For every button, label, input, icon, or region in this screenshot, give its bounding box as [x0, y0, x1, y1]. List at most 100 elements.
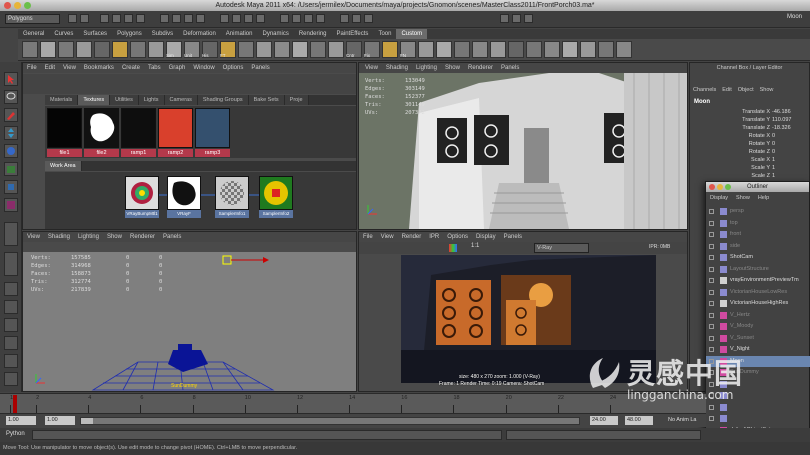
- status-line-icon[interactable]: [316, 14, 325, 23]
- hypershade-tab-shading-groups[interactable]: Shading Groups: [197, 95, 249, 105]
- expand-icon[interactable]: [709, 220, 714, 226]
- channel-attr-value[interactable]: 0: [772, 132, 775, 140]
- outliner-item[interactable]: front: [706, 229, 810, 240]
- expand-icon[interactable]: [709, 416, 714, 421]
- vp-top-menu-panels[interactable]: Panels: [501, 65, 519, 71]
- status-line-icon[interactable]: [80, 14, 89, 23]
- layout-preset-icon[interactable]: [4, 354, 18, 368]
- channel-attr-name[interactable]: Scale Y: [690, 164, 770, 172]
- zoom-window-button[interactable]: [24, 2, 31, 9]
- outliner-item[interactable]: side: [706, 241, 810, 252]
- status-line-icon[interactable]: [364, 14, 373, 23]
- outliner-item[interactable]: persp: [706, 206, 810, 217]
- outliner-menu-show[interactable]: Show: [736, 195, 750, 201]
- shelf-tool-icon[interactable]: [328, 41, 344, 58]
- lasso-tool-icon[interactable]: [4, 90, 18, 104]
- status-line-icon[interactable]: [124, 14, 133, 23]
- select-tool-icon[interactable]: [4, 72, 18, 86]
- vp-bottom-menu-show[interactable]: Show: [107, 234, 122, 240]
- shader-node[interactable]: [125, 176, 159, 210]
- outliner-item[interactable]: V_Sunset: [706, 333, 810, 344]
- outliner-close-button[interactable]: [709, 184, 715, 190]
- vp-bottom-menu-renderer[interactable]: Renderer: [130, 234, 155, 240]
- texture-swatch[interactable]: [121, 108, 156, 148]
- hs-menu-view[interactable]: View: [63, 65, 76, 71]
- command-language-label[interactable]: Python: [6, 431, 25, 437]
- shelf-tab-rendering[interactable]: Rendering: [294, 29, 332, 39]
- rotate-tool-icon[interactable]: [4, 144, 18, 158]
- status-line-icon[interactable]: [232, 14, 241, 23]
- start-time-field[interactable]: 1.00: [6, 416, 36, 425]
- status-line-icon[interactable]: [172, 14, 181, 23]
- vp-bottom-menu-view[interactable]: View: [27, 234, 40, 240]
- channel-attr-name[interactable]: Scale Z: [690, 172, 770, 180]
- layout-preset-icon[interactable]: [4, 336, 18, 350]
- expand-icon[interactable]: [709, 266, 714, 272]
- channel-menu-object[interactable]: Object: [738, 87, 754, 93]
- outliner-item[interactable]: VictorianHouseLowRes: [706, 287, 810, 298]
- zoom-ratio-label[interactable]: 1:1: [471, 243, 479, 249]
- channel-attr-name[interactable]: Rotate Y: [690, 140, 770, 148]
- channel-menu-edit[interactable]: Edit: [722, 87, 731, 93]
- hypershade-tab-cameras[interactable]: Cameras: [164, 95, 198, 105]
- outliner-item[interactable]: V_Moody: [706, 321, 810, 332]
- status-line-icon[interactable]: [340, 14, 349, 23]
- shelf-tool-icon[interactable]: [112, 41, 128, 58]
- status-line-icon[interactable]: [244, 14, 253, 23]
- shelf-tool-icon[interactable]: [238, 41, 254, 58]
- hs-menu-panels[interactable]: Panels: [251, 65, 269, 71]
- shelf-tool-icon[interactable]: [598, 41, 614, 58]
- outliner-item[interactable]: VictorianHouseHighRes: [706, 298, 810, 309]
- expand-icon[interactable]: [709, 209, 714, 214]
- hs-menu-edit[interactable]: Edit: [45, 65, 55, 71]
- expand-icon[interactable]: [709, 324, 714, 329]
- hs-menu-file[interactable]: File: [27, 65, 37, 71]
- channel-attr-value[interactable]: 1: [772, 156, 775, 164]
- layout-preset-icon[interactable]: [4, 282, 18, 296]
- channel-attr-name[interactable]: Translate Z: [690, 124, 770, 132]
- status-line-icon[interactable]: [292, 14, 301, 23]
- shelf-tool-icon[interactable]: [40, 41, 56, 58]
- channel-menu-show[interactable]: Show: [760, 87, 774, 93]
- outliner-item[interactable]: vrayEnvironmentPreviewTm: [706, 275, 810, 286]
- layout-preset-icon[interactable]: [4, 372, 18, 386]
- status-line-icon[interactable]: [100, 14, 109, 23]
- shelf-tab-surfaces[interactable]: Surfaces: [78, 29, 112, 39]
- channel-attr-value[interactable]: -46.186: [772, 108, 791, 116]
- menu-set-dropdown[interactable]: Polygons: [5, 14, 60, 24]
- shelf-tool-icon[interactable]: [544, 41, 560, 58]
- work-area-tab[interactable]: Work Area: [45, 161, 82, 171]
- paint-select-tool-icon[interactable]: [4, 108, 18, 122]
- hypershade-tab-bake-sets[interactable]: Bake Sets: [248, 95, 285, 105]
- status-line-icon[interactable]: [524, 14, 533, 23]
- anim-layer-dropdown[interactable]: No Anim La: [668, 417, 696, 423]
- shelf-tool-icon[interactable]: [472, 41, 488, 58]
- channel-attr-name[interactable]: Translate Y: [690, 116, 770, 124]
- outliner-minimize-button[interactable]: [717, 184, 723, 190]
- status-line-icon[interactable]: [500, 14, 509, 23]
- expand-icon[interactable]: [709, 278, 714, 283]
- hs-menu-graph[interactable]: Graph: [169, 65, 186, 71]
- render-menu-display[interactable]: Display: [476, 234, 496, 240]
- playback-end-field[interactable]: 24.00: [590, 416, 618, 425]
- outliner-zoom-button[interactable]: [725, 184, 731, 190]
- perspective-viewport[interactable]: View Shading Lighting Show Renderer Panels Ve…: [358, 62, 688, 230]
- hs-menu-bookmarks[interactable]: Bookmarks: [84, 65, 114, 71]
- status-line-icon[interactable]: [184, 14, 193, 23]
- current-time-marker[interactable]: [13, 395, 17, 413]
- expand-icon[interactable]: [709, 243, 714, 249]
- shader-node[interactable]: [215, 176, 249, 210]
- shelf-tab-subdivs[interactable]: Subdivs: [147, 29, 178, 39]
- outliner-menu-display[interactable]: Display: [710, 195, 728, 201]
- channel-attr-value[interactable]: 1: [772, 172, 775, 180]
- shelf-tool-icon[interactable]: [436, 41, 452, 58]
- status-line-icon[interactable]: [136, 14, 145, 23]
- shelf-tab-curves[interactable]: Curves: [49, 29, 78, 39]
- status-line-icon[interactable]: [196, 14, 205, 23]
- outliner-item[interactable]: V_Hertz: [706, 310, 810, 321]
- status-line-icon[interactable]: [304, 14, 313, 23]
- shelf-tool-icon[interactable]: [382, 41, 398, 58]
- layout-preset-icon[interactable]: [4, 300, 18, 314]
- expand-icon[interactable]: [709, 255, 714, 260]
- render-menu-ipr[interactable]: IPR: [429, 234, 439, 240]
